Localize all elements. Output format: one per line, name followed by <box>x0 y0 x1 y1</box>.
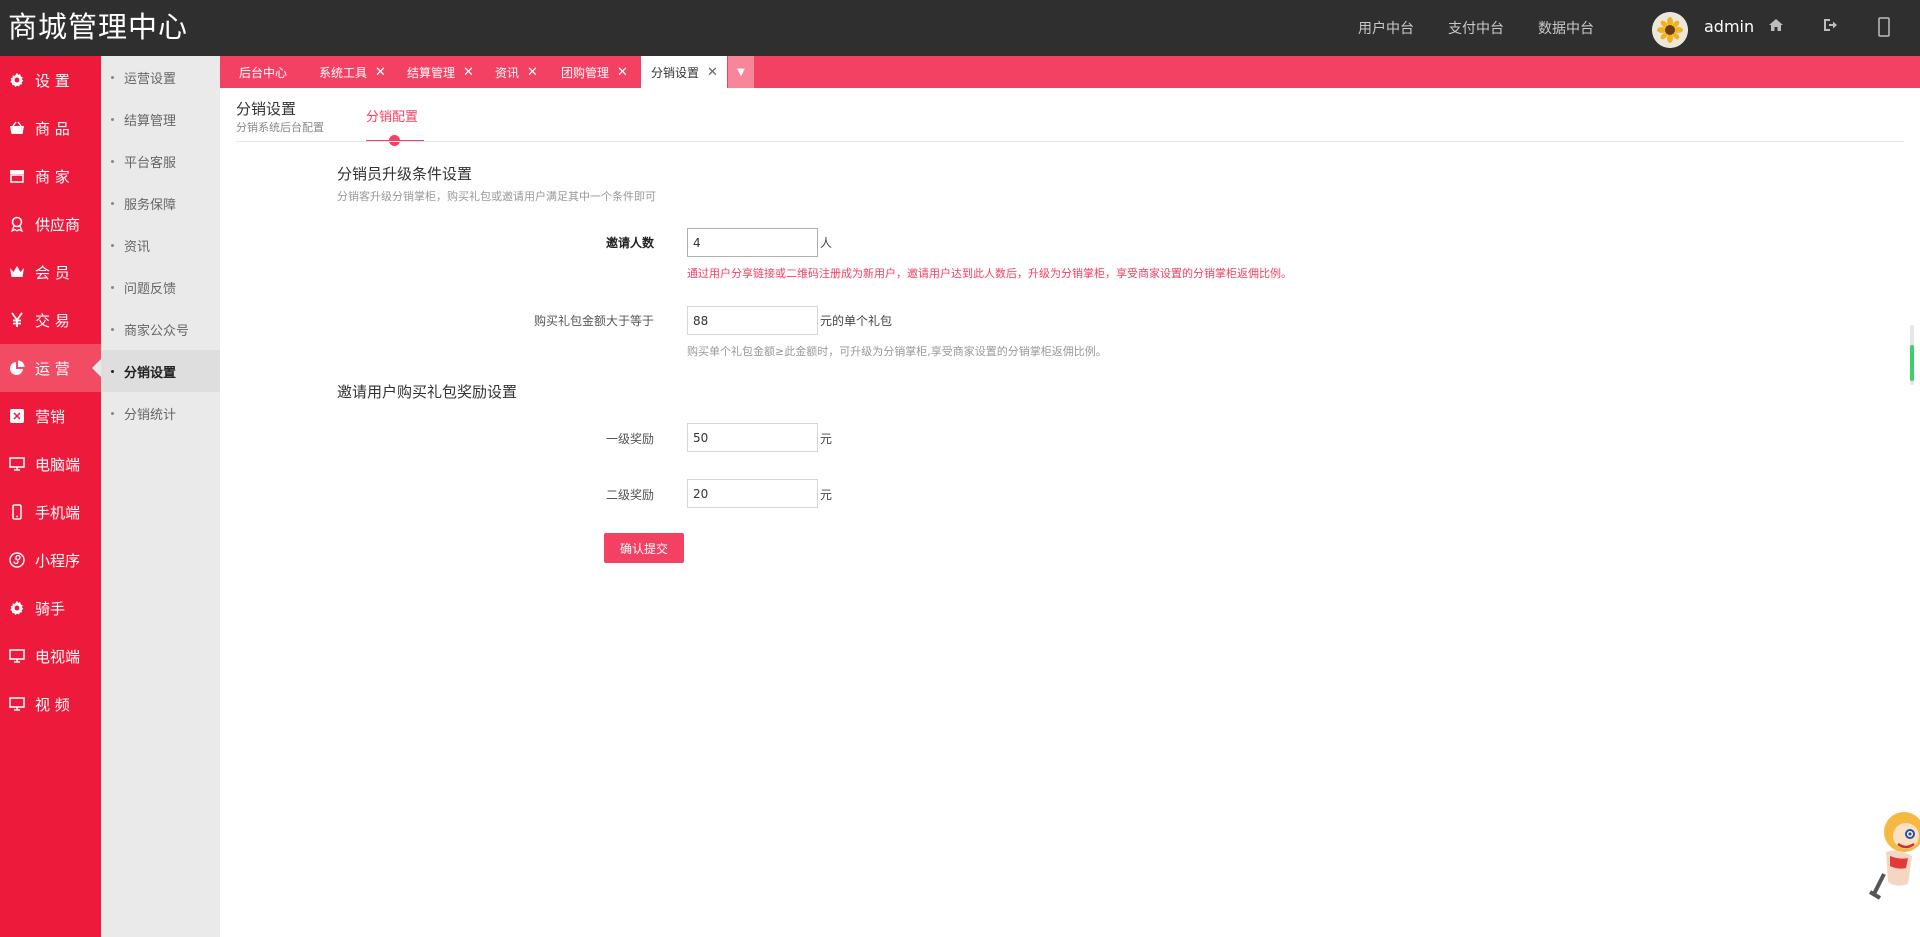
fullscreen-icon[interactable] <box>1874 17 1894 37</box>
section-desc-upgrade: 分销客升级分销掌柜，购买礼包或邀请用户满足其中一个条件即可 <box>337 190 656 203</box>
gift-amount-unit: 元的单个礼包 <box>820 314 893 328</box>
nav-data-center[interactable]: 数据中台 <box>1538 18 1594 38</box>
tab-group-buy[interactable]: 团购管理 ✕ <box>561 56 628 88</box>
level2-reward-input[interactable] <box>687 479 818 508</box>
chevron-down-icon[interactable]: ▼ <box>728 56 754 88</box>
tab-strip: 后台中心 系统工具 ✕ 结算管理 ✕ 资讯 ✕ 团购管理 ✕ 分销设置 ✕ ▼ <box>220 56 1920 88</box>
brand-title: 商城管理中心 <box>8 10 189 44</box>
tab-distribution-config[interactable]: 分销配置 <box>366 106 418 125</box>
sidebar-item-trade[interactable]: 交 易 <box>0 296 101 344</box>
sidebar-item-rider[interactable]: 骑手 <box>0 584 101 632</box>
sidebar-item-operations[interactable]: 运 营 <box>0 344 102 392</box>
level1-reward-label: 一级奖励 <box>605 432 654 446</box>
sidebar-item-tv[interactable]: 电视端 <box>0 632 101 680</box>
monitor-icon <box>8 695 26 713</box>
sidebar-item-settings[interactable]: 设 置 <box>0 56 101 104</box>
level1-reward-input[interactable] <box>687 423 818 452</box>
phone-icon <box>8 503 26 521</box>
subnav-item-feedback[interactable]: 问题反馈 <box>101 266 220 308</box>
gear-icon <box>8 71 26 89</box>
monitor-icon <box>8 455 26 473</box>
subnav-item-service-guarantee[interactable]: 服务保障 <box>101 182 220 224</box>
store-icon <box>8 167 26 185</box>
nav-payment-center[interactable]: 支付中台 <box>1448 18 1504 38</box>
home-icon[interactable] <box>1766 17 1786 37</box>
close-icon[interactable]: ✕ <box>527 65 538 80</box>
gift-amount-label: 购买礼包金额大于等于 <box>533 314 654 328</box>
page-title: 分销设置 <box>236 100 297 118</box>
basket-icon <box>8 119 26 137</box>
page-subtitle: 分销系统后台配置 <box>236 121 324 134</box>
sidebar-item-marketing[interactable]: 营销 <box>0 392 101 440</box>
subnav-item-distribution-settings[interactable]: 分销设置 <box>101 350 220 392</box>
tab-distribution-settings[interactable]: 分销设置 ✕ <box>641 56 727 88</box>
close-icon[interactable]: ✕ <box>375 65 386 80</box>
subnav-item-distribution-stats[interactable]: 分销统计 <box>101 392 220 434</box>
subnav-item-news[interactable]: 资讯 <box>101 224 220 266</box>
nav-user-center[interactable]: 用户中台 <box>1358 18 1414 38</box>
scrollbar-thumb[interactable] <box>1910 345 1914 381</box>
sidebar-item-mobile[interactable]: 手机端 <box>0 488 101 536</box>
invite-count-input[interactable] <box>687 228 818 257</box>
divider <box>236 141 1904 142</box>
invite-count-label: 邀请人数 <box>605 236 654 250</box>
crown-icon <box>8 263 26 281</box>
badge-icon <box>8 215 26 233</box>
level1-reward-unit: 元 <box>820 432 833 446</box>
sidebar-item-products[interactable]: 商 品 <box>0 104 101 152</box>
subnav-item-customer-service[interactable]: 平台客服 <box>101 140 220 182</box>
gift-amount-input[interactable] <box>687 306 818 335</box>
monitor-icon <box>8 647 26 665</box>
submit-button[interactable]: 确认提交 <box>604 533 684 563</box>
top-bar: 商城管理中心 用户中台 支付中台 数据中台 admin <box>0 0 1920 56</box>
level2-reward-label: 二级奖励 <box>605 488 654 502</box>
gift-amount-help: 购买单个礼包金额≥此金额时，可升级为分销掌柜,享受商家设置的分销掌柜返佣比例。 <box>687 345 1107 358</box>
subnav-item-official-account[interactable]: 商家公众号 <box>101 308 220 350</box>
close-icon[interactable]: ✕ <box>707 65 718 80</box>
sidebar-item-mini-program[interactable]: 小程序 <box>0 536 101 584</box>
subnav-item-operation-settings[interactable]: 运营设置 <box>101 56 220 98</box>
section-title-upgrade: 分销员升级条件设置 <box>337 165 473 183</box>
coupon-icon <box>8 407 26 425</box>
yen-icon <box>8 311 26 329</box>
mascot-image <box>1868 804 1920 904</box>
avatar[interactable] <box>1652 12 1688 48</box>
username[interactable]: admin <box>1704 17 1754 36</box>
invite-count-help: 通过用户分享链接或二维码注册成为新用户，邀请用户达到此人数后，升级为分销掌柜，享… <box>687 267 1292 280</box>
mini-program-icon <box>8 551 26 569</box>
main-sidebar: 设 置 商 品 商 家 供应商 会 员 交 易 运 营 营销 电脑端 手机端 小… <box>0 56 102 937</box>
pie-chart-icon <box>8 359 26 377</box>
gear-icon <box>8 599 26 617</box>
sidebar-item-pc[interactable]: 电脑端 <box>0 440 101 488</box>
subnav-item-settlement[interactable]: 结算管理 <box>101 98 220 140</box>
level2-reward-unit: 元 <box>820 488 833 502</box>
section-title-reward: 邀请用户购买礼包奖励设置 <box>337 383 518 401</box>
logout-icon[interactable] <box>1820 17 1840 37</box>
top-nav: 用户中台 支付中台 数据中台 <box>1358 0 1628 56</box>
sub-sidebar: 运营设置 结算管理 平台客服 服务保障 资讯 问题反馈 商家公众号 分销设置 分… <box>101 56 220 937</box>
tab-system-tools[interactable]: 系统工具 ✕ <box>319 56 386 88</box>
close-icon[interactable]: ✕ <box>617 65 628 80</box>
sidebar-item-video[interactable]: 视 频 <box>0 680 101 728</box>
tab-news[interactable]: 资讯 ✕ <box>495 56 538 88</box>
close-icon[interactable]: ✕ <box>463 65 474 80</box>
sidebar-item-members[interactable]: 会 员 <box>0 248 101 296</box>
tab-admin-center[interactable]: 后台中心 <box>239 56 287 88</box>
sidebar-item-suppliers[interactable]: 供应商 <box>0 200 101 248</box>
invite-count-unit: 人 <box>820 236 833 250</box>
sidebar-item-merchants[interactable]: 商 家 <box>0 152 101 200</box>
tab-settlement[interactable]: 结算管理 ✕ <box>407 56 474 88</box>
